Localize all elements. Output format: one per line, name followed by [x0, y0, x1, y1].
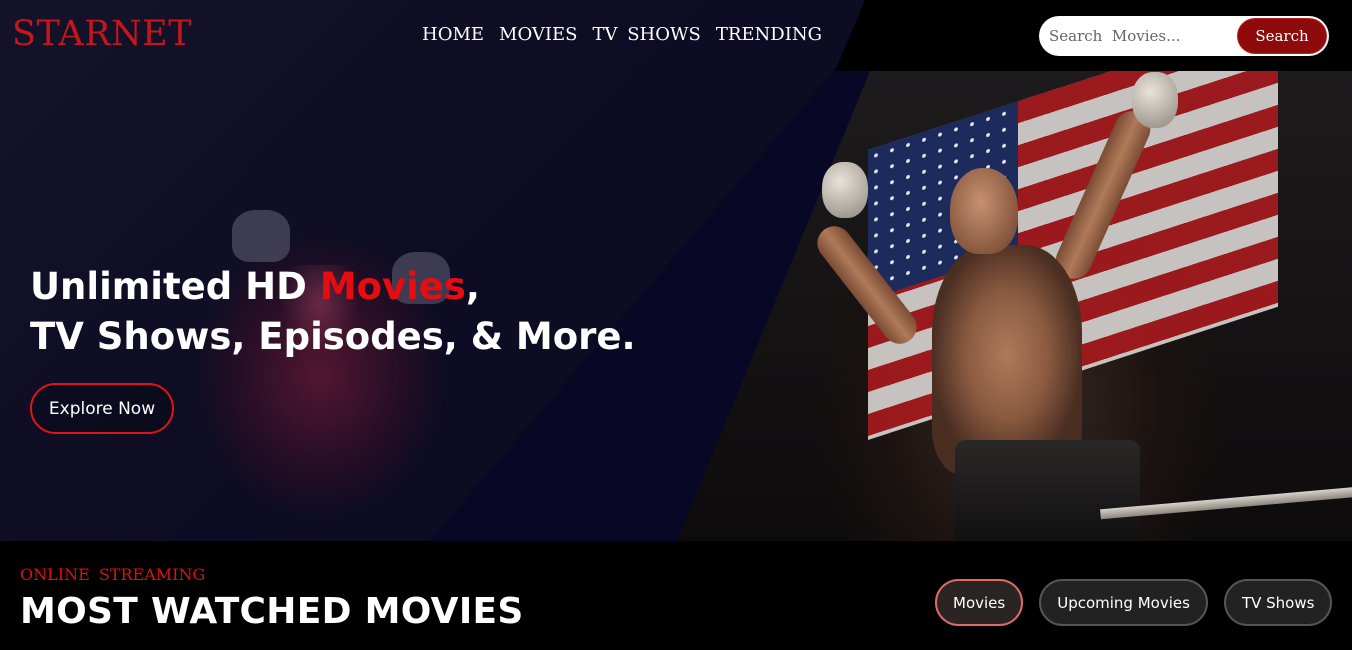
- site-logo[interactable]: STARNET: [12, 14, 192, 54]
- nav-item-movies[interactable]: MOVIES: [499, 24, 577, 45]
- nav-item-home[interactable]: HOME: [422, 24, 484, 45]
- tab-upcoming-movies[interactable]: Upcoming Movies: [1039, 579, 1208, 626]
- search-bar: Search: [1039, 16, 1329, 56]
- most-watched-section: ONLINE STREAMING MOST WATCHED MOVIES Mov…: [0, 541, 1352, 650]
- section-eyebrow: ONLINE STREAMING: [20, 565, 206, 584]
- headline-comma: ,: [465, 265, 480, 308]
- main-nav: HOME MOVIES TV SHOWS TRENDING: [422, 24, 822, 45]
- explore-now-button[interactable]: Explore Now: [30, 383, 174, 434]
- boxer-head-image: [950, 168, 1018, 254]
- headline-line-two: TV Shows, Episodes, & More.: [30, 315, 636, 358]
- hero-headline: Unlimited HD Movies, TV Shows, Episodes,…: [30, 262, 650, 362]
- site-header: STARNET HOME MOVIES TV SHOWS TRENDING Se…: [0, 0, 1352, 71]
- headline-accent-word: Movies: [319, 265, 466, 308]
- boxing-glove-left-image: [822, 162, 868, 218]
- raised-hand-left-image: [232, 210, 290, 262]
- headline-text-start: Unlimited HD: [30, 265, 320, 308]
- search-button[interactable]: Search: [1237, 18, 1327, 54]
- search-input[interactable]: [1039, 16, 1239, 56]
- category-tabs: Movies Upcoming Movies TV Shows: [935, 579, 1333, 626]
- section-title: MOST WATCHED MOVIES: [20, 591, 524, 632]
- nav-item-tv-shows[interactable]: TV SHOWS: [592, 24, 700, 45]
- tab-tv-shows[interactable]: TV Shows: [1223, 579, 1333, 626]
- nav-item-trending[interactable]: TRENDING: [716, 24, 822, 45]
- tab-movies[interactable]: Movies: [935, 579, 1024, 626]
- boxer-shorts-image: [955, 440, 1140, 541]
- boxing-glove-right-image: [1132, 72, 1178, 128]
